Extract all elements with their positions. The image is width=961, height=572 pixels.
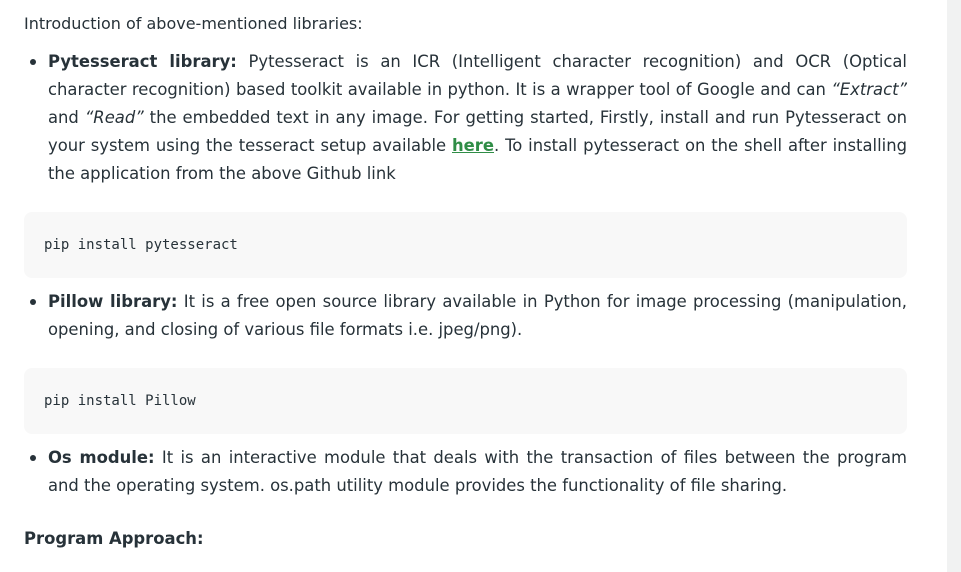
description-text: It is an interactive module that deals w…	[48, 448, 907, 495]
library-name: Pytesseract library:	[48, 52, 237, 71]
code-block-pillow: pip install Pillow	[24, 368, 907, 434]
library-name: Pillow library:	[48, 292, 178, 311]
italic-term: “Read”	[84, 108, 144, 127]
list-item-os: Os module: It is an interactive module t…	[24, 444, 907, 500]
code-line: pip install pytesseract	[44, 237, 238, 253]
italic-term: “Extract”	[831, 80, 907, 99]
section-heading: Program Approach:	[24, 529, 204, 548]
code-line: pip install Pillow	[44, 393, 196, 409]
list-item-text: Pillow library: It is a free open source…	[48, 288, 907, 344]
description-text: It is a free open source library availab…	[48, 292, 907, 339]
bullet-icon	[30, 455, 36, 461]
list-item-pytesseract: Pytesseract library: Pytesseract is an I…	[24, 48, 907, 188]
list-item-pillow: Pillow library: It is a free open source…	[24, 288, 907, 344]
list-item-text: Pytesseract library: Pytesseract is an I…	[48, 48, 907, 188]
library-name: Os module:	[48, 448, 155, 467]
scrollbar-track[interactable]	[947, 0, 961, 572]
code-block-pytesseract: pip install pytesseract	[24, 212, 907, 278]
bullet-icon	[30, 299, 36, 305]
bullet-icon	[30, 59, 36, 65]
here-link[interactable]: here	[452, 136, 494, 155]
intro-text: Introduction of above-mentioned librarie…	[24, 14, 363, 33]
list-item-text: Os module: It is an interactive module t…	[48, 444, 907, 500]
description-text: and	[48, 108, 85, 127]
